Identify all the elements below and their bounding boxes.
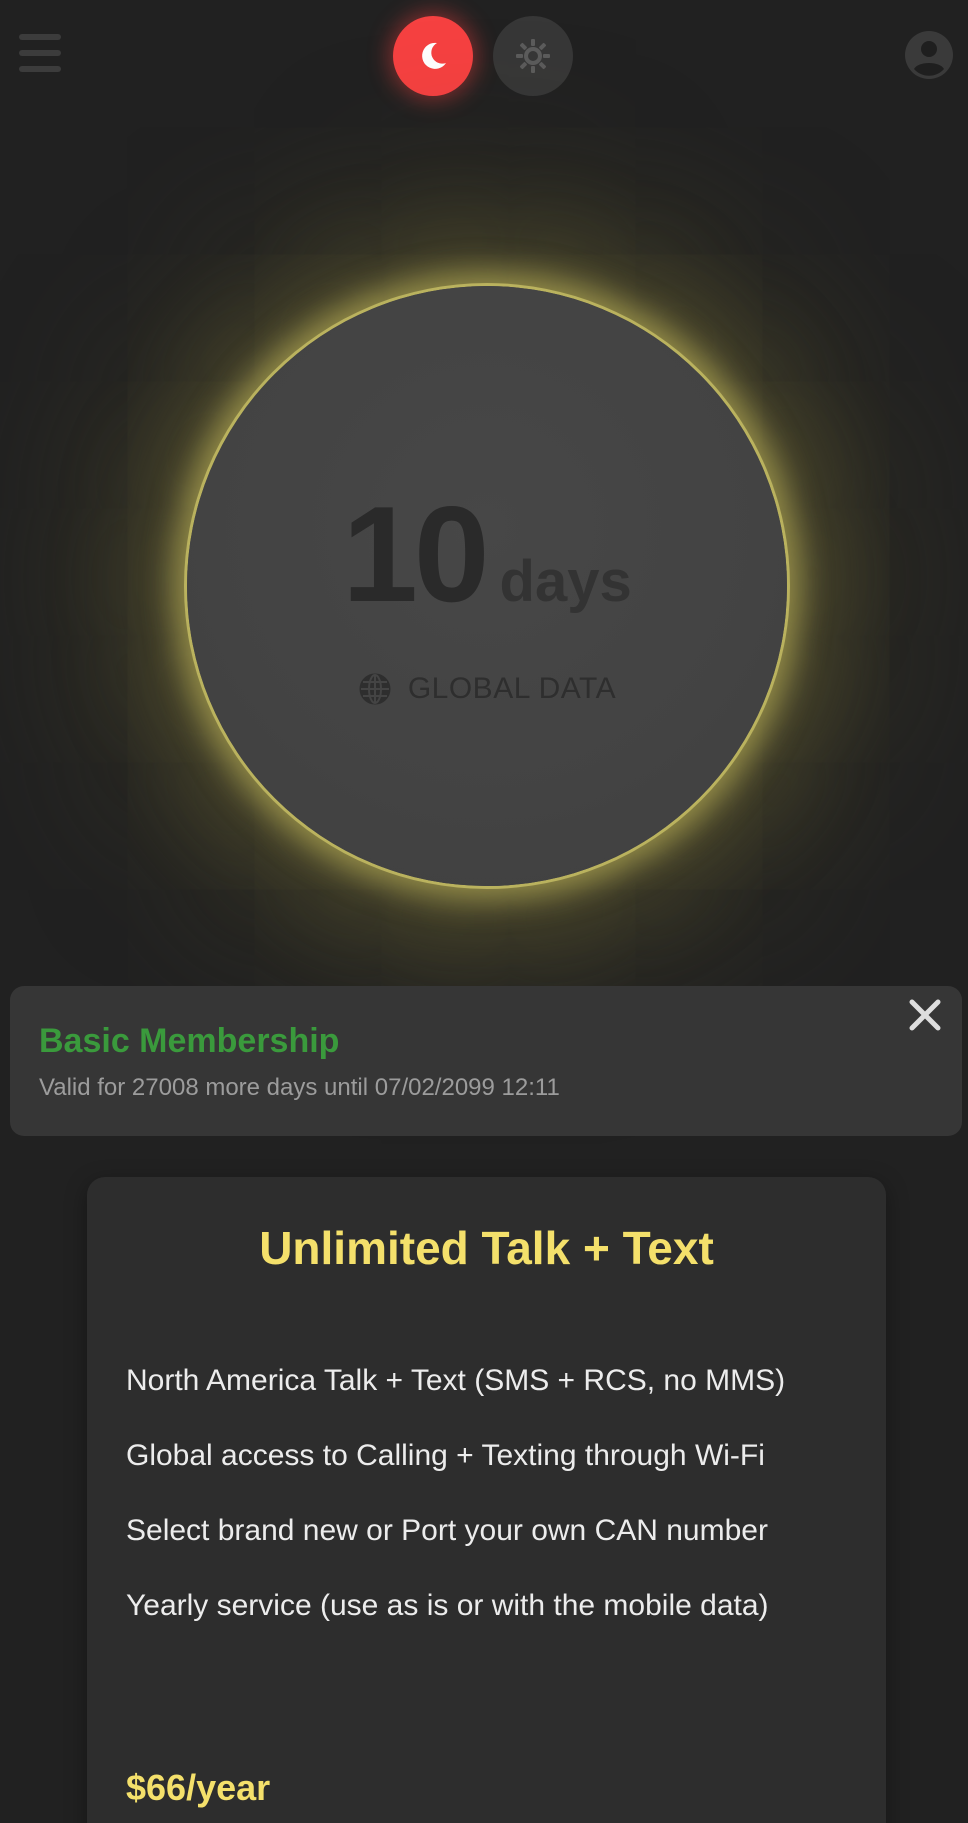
- plan-feature: Global access to Calling + Texting throu…: [126, 1439, 765, 1472]
- plan-price: $66/year: [126, 1767, 271, 1808]
- app-page: 10 days GLOBAL DATA Basic Membership Val…: [0, 0, 968, 1823]
- globe-icon: [359, 673, 391, 705]
- data-usage-circle: 10 days GLOBAL DATA: [187, 286, 787, 886]
- membership-title: Basic Membership: [39, 1022, 340, 1060]
- membership-banner: Basic Membership Valid for 27008 more da…: [10, 986, 962, 1136]
- sun-icon: [516, 39, 550, 73]
- moon-icon: [422, 42, 446, 69]
- plan-card[interactable]: Unlimited Talk + Text North America Talk…: [87, 1177, 886, 1823]
- plan-feature: Select brand new or Port your own CAN nu…: [126, 1514, 768, 1547]
- close-icon: [909, 999, 941, 1031]
- days-unit: days: [499, 549, 632, 614]
- user-account-icon[interactable]: [905, 31, 953, 79]
- days-count: 10: [342, 478, 489, 630]
- hamburger-line: [19, 66, 61, 72]
- hamburger-line: [19, 34, 61, 40]
- plan-feature: North America Talk + Text (SMS + RCS, no…: [126, 1364, 786, 1397]
- data-type-label: GLOBAL DATA: [407, 672, 617, 705]
- plan-title: Unlimited Talk + Text: [259, 1222, 714, 1274]
- close-button[interactable]: [906, 996, 944, 1034]
- data-type: GLOBAL DATA: [187, 672, 787, 706]
- days-remaining: 10 days: [187, 486, 787, 622]
- hamburger-line: [19, 50, 61, 56]
- light-mode-button[interactable]: [493, 16, 573, 96]
- dark-mode-button[interactable]: [393, 16, 473, 96]
- plan-feature: Yearly service (use as is or with the mo…: [126, 1589, 769, 1622]
- hamburger-menu-icon[interactable]: [19, 34, 61, 72]
- membership-validity: Valid for 27008 more days until 07/02/20…: [39, 1074, 560, 1101]
- plan-features-list: North America Talk + Text (SMS + RCS, no…: [126, 1363, 785, 1663]
